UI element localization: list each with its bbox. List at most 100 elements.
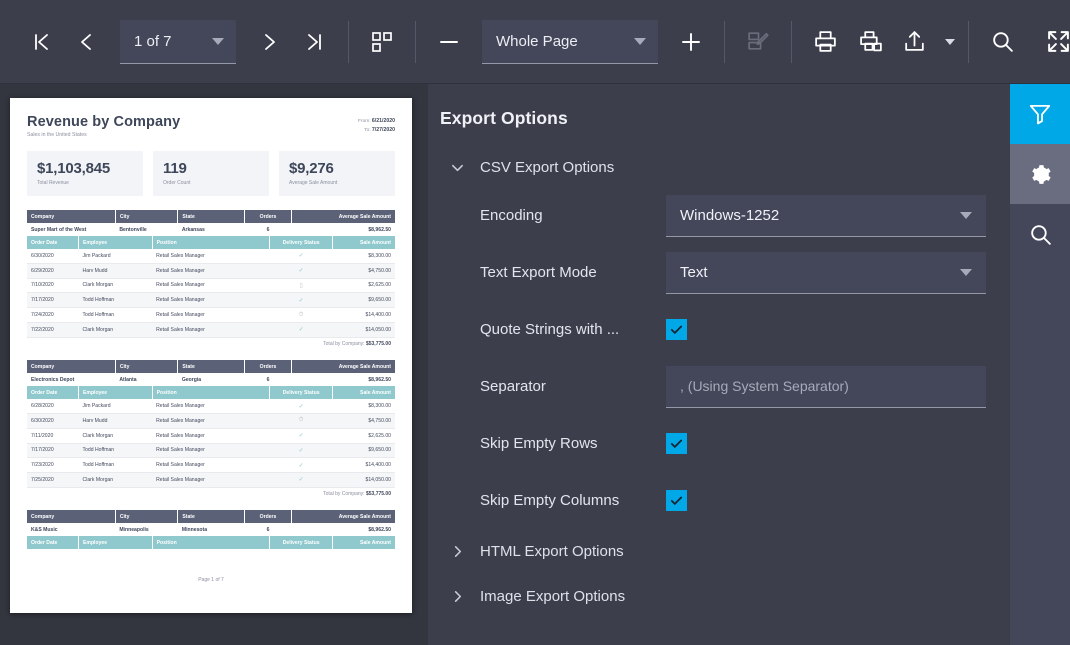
table-cell: $2,625.00 bbox=[332, 278, 395, 294]
table-cell: Todd Hoffman bbox=[78, 292, 153, 309]
kpi-card: $9,276 Average Sale Amount bbox=[279, 151, 395, 196]
column-header: Delivery Status bbox=[269, 386, 333, 400]
table-cell: Retail Sales Manager bbox=[152, 428, 270, 444]
zoom-out-button[interactable] bbox=[426, 19, 472, 65]
table-cell: $14,050.00 bbox=[332, 322, 395, 338]
company-table: Company City State Orders Average Sale Amoun… bbox=[27, 210, 395, 236]
sidebar-item-settings[interactable] bbox=[1010, 144, 1070, 204]
print-button[interactable] bbox=[802, 19, 848, 65]
date-to-value: 7/27/2020 bbox=[371, 127, 395, 133]
column-header: Sale Amount bbox=[332, 536, 395, 550]
chevron-right-icon bbox=[448, 590, 466, 603]
table-cell: $9,650.00 bbox=[332, 443, 395, 459]
fullscreen-button[interactable] bbox=[1035, 19, 1070, 65]
print-current-page-button[interactable] bbox=[848, 19, 894, 65]
company-block: Company City State Orders Average Sale Amoun… bbox=[27, 360, 395, 500]
company-block: Company City State Orders Average Sale Amoun… bbox=[27, 210, 395, 350]
chevron-down-icon bbox=[448, 161, 466, 174]
export-dropdown-button[interactable] bbox=[934, 19, 958, 65]
page-selector-value: 1 of 7 bbox=[134, 32, 172, 50]
column-header: Average Sale Amount bbox=[291, 360, 395, 374]
skip-empty-columns-checkbox[interactable] bbox=[666, 490, 687, 511]
column-header: Average Sale Amount bbox=[291, 510, 395, 524]
separator-label: Separator bbox=[480, 378, 546, 395]
chevron-right-icon bbox=[448, 545, 466, 558]
table-row: 7/25/2020 Clark Morgan Retail Sales Manage… bbox=[27, 472, 395, 488]
document-viewer[interactable]: Revenue by Company Sales in the United S… bbox=[0, 84, 428, 645]
table-cell: Clark Morgan bbox=[78, 472, 153, 488]
zoom-in-button[interactable] bbox=[668, 19, 714, 65]
table-cell: $14,050.00 bbox=[332, 472, 395, 488]
table-cell: $8,962.50 bbox=[291, 373, 395, 387]
search-button[interactable] bbox=[979, 19, 1025, 65]
field-row-skip-empty-rows: Skip Empty Rows bbox=[428, 415, 1010, 472]
table-cell: 7/17/2020 bbox=[27, 443, 79, 459]
table-cell: Retail Sales Manager bbox=[152, 278, 270, 294]
table-cell: 7/24/2020 bbox=[27, 307, 79, 323]
table-cell: Todd Hoffman bbox=[78, 457, 153, 474]
export-button[interactable] bbox=[894, 19, 934, 65]
encoding-select[interactable]: Windows-1252 bbox=[666, 194, 986, 237]
separator-placeholder: , (Using System Separator) bbox=[680, 378, 849, 394]
first-page-button[interactable] bbox=[18, 19, 64, 65]
kpi-value: $9,276 bbox=[289, 160, 334, 177]
table-cell: Retail Sales Manager bbox=[152, 292, 270, 309]
table-cell-status: ✓ bbox=[269, 399, 333, 414]
column-header: Company bbox=[27, 510, 116, 524]
previous-page-button[interactable] bbox=[64, 19, 110, 65]
table-row: Company City State Orders Average Sale Amoun… bbox=[27, 210, 395, 223]
status-check-icon: ✓ bbox=[298, 462, 304, 469]
total-cell: Total by Company: $53,775.00 bbox=[27, 336, 395, 350]
column-header: City bbox=[115, 210, 179, 223]
report-date-range: From: 6/21/2020 To: 7/27/2020 bbox=[358, 114, 395, 135]
status-check-icon: ✓ bbox=[298, 403, 304, 410]
status-truck-icon: ▯ bbox=[299, 282, 303, 289]
field-row-encoding: Encoding Windows-1252 bbox=[428, 187, 1010, 244]
table-cell: Retail Sales Manager bbox=[152, 443, 270, 459]
status-check-icon: ✓ bbox=[298, 297, 304, 304]
next-page-button[interactable] bbox=[246, 19, 292, 65]
text-export-mode-select[interactable]: Text bbox=[666, 251, 986, 294]
field-row-quote-strings: Quote Strings with ... bbox=[428, 301, 1010, 358]
edit-report-button bbox=[735, 19, 781, 65]
quote-strings-checkbox[interactable] bbox=[666, 319, 687, 340]
table-cell: $14,400.00 bbox=[332, 307, 395, 323]
date-from-value: 6/21/2020 bbox=[371, 118, 395, 124]
separator-input[interactable]: , (Using System Separator) bbox=[666, 365, 986, 408]
skip-empty-rows-checkbox[interactable] bbox=[666, 433, 687, 454]
column-header: State bbox=[177, 210, 245, 223]
table-cell: $8,962.50 bbox=[291, 523, 395, 537]
multipage-view-button[interactable] bbox=[359, 19, 405, 65]
table-cell: Todd Hoffman bbox=[78, 443, 153, 459]
table-cell: Electronics Depot bbox=[27, 373, 116, 387]
group-html-export-options[interactable]: HTML Export Options bbox=[428, 531, 1010, 571]
table-row: Order Date Employee Position Delivery Statu… bbox=[27, 236, 395, 249]
page-selector[interactable]: 1 of 7 bbox=[120, 19, 236, 64]
table-cell: Jim Packard bbox=[78, 399, 153, 414]
page-footer: Page 1 of 7 bbox=[198, 577, 224, 584]
column-header: Sale Amount bbox=[332, 236, 395, 249]
table-cell: Retail Sales Manager bbox=[152, 249, 270, 264]
table-cell-status: ✓ bbox=[269, 249, 333, 264]
kpi-label: Total Revenue bbox=[37, 180, 69, 186]
text-export-mode-label: Text Export Mode bbox=[480, 264, 597, 281]
table-cell: $4,750.00 bbox=[332, 413, 395, 429]
sidebar-item-search[interactable] bbox=[1010, 204, 1070, 264]
table-cell: Super Mart of the West bbox=[27, 223, 116, 236]
group-image-export-options[interactable]: Image Export Options bbox=[428, 576, 1010, 616]
table-cell: Retail Sales Manager bbox=[152, 263, 270, 279]
last-page-button[interactable] bbox=[292, 19, 338, 65]
column-header: Sale Amount bbox=[332, 386, 395, 400]
skip-empty-rows-label: Skip Empty Rows bbox=[480, 435, 598, 452]
group-csv-export-options[interactable]: CSV Export Options bbox=[428, 147, 1010, 187]
quote-strings-label: Quote Strings with ... bbox=[480, 321, 620, 338]
page-title: Export Options bbox=[440, 108, 568, 128]
sidebar-item-filter[interactable] bbox=[1010, 84, 1070, 144]
column-header: Order Date bbox=[27, 236, 80, 249]
table-cell: K&S Music bbox=[27, 523, 116, 537]
table-cell: Minnesota bbox=[177, 523, 245, 537]
table-row: Company City State Orders Average Sale Amoun… bbox=[27, 360, 395, 374]
zoom-selector[interactable]: Whole Page bbox=[482, 19, 658, 64]
company-table: Company City State Orders Average Sale Amoun… bbox=[27, 360, 395, 387]
table-row: 6/30/2020 Harv Mudd Retail Sales Manager ⏱ $… bbox=[27, 413, 395, 429]
